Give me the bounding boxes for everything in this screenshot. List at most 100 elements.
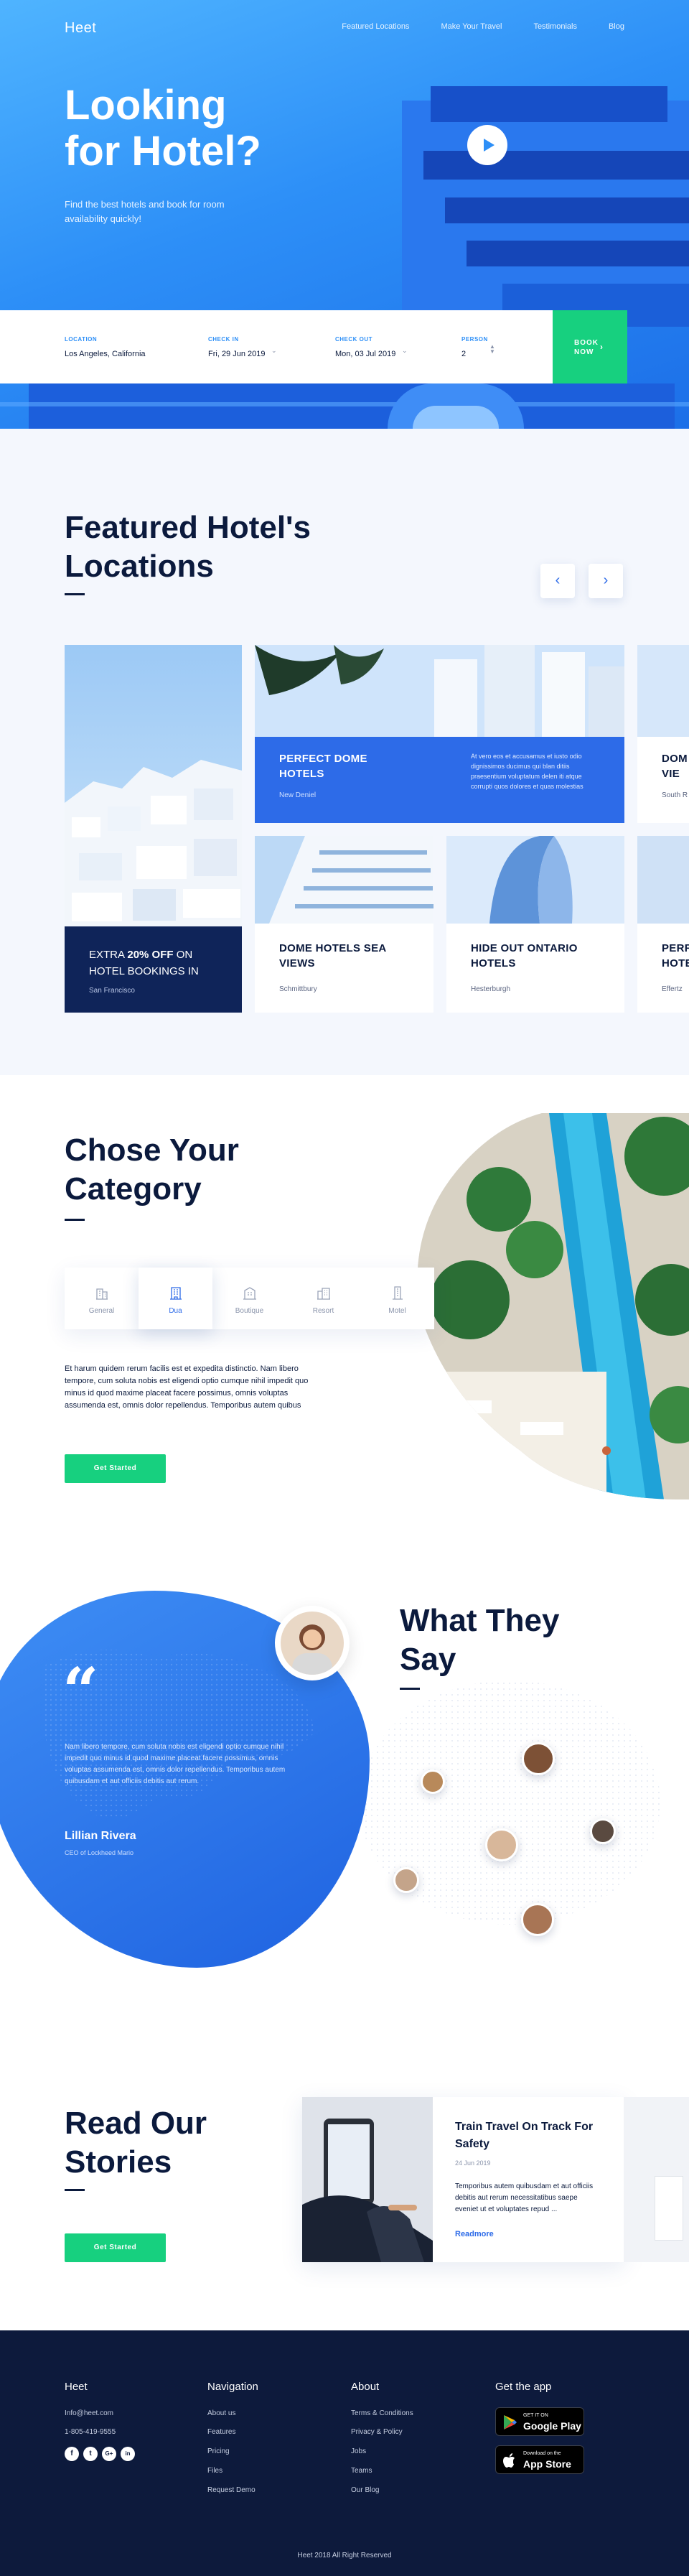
book-label-2: NOW	[574, 348, 594, 356]
get-started-button[interactable]: Get Started	[65, 1454, 166, 1483]
nav-testimonials[interactable]: Testimonials	[533, 22, 577, 31]
hero-title: Looking for Hotel?	[65, 83, 366, 175]
footer-link-privacy[interactable]: Privacy & Policy	[351, 2428, 403, 2436]
user-avatar[interactable]	[393, 1867, 419, 1893]
promo-card[interactable]: EXTRA 20% OFF ON HOTEL BOOKINGS IN San F…	[65, 645, 242, 1013]
peek-location: South R	[662, 791, 688, 799]
person-field[interactable]: PERSON 2	[461, 336, 488, 358]
checkout-field[interactable]: CHECK OUT Mon, 03 Jul 2019	[335, 336, 395, 358]
page: { "brand": "Heet", "nav": ["Featured Loc…	[0, 0, 689, 2576]
footer-email[interactable]: Info@heet.com	[65, 2409, 113, 2417]
hotel-card[interactable]: HIDE OUT ONTARIO HOTELS Hesterburgh	[446, 836, 624, 1013]
location-field[interactable]: LOCATION Los Angeles, California	[65, 336, 146, 358]
hotel-card-title: DOME HOTELS SEA VIEWS	[279, 942, 386, 970]
tab-resort[interactable]: Resort	[286, 1268, 360, 1329]
footer-link-teams[interactable]: Teams	[351, 2467, 372, 2475]
google-plus-icon[interactable]: G+	[102, 2447, 116, 2461]
user-avatar[interactable]	[590, 1818, 616, 1844]
footer-about-title: About	[351, 2381, 380, 2393]
tab-label: Boutique	[235, 1307, 264, 1315]
promo-text: EXTRA 20% OFF ON HOTEL BOOKINGS IN	[89, 947, 225, 980]
nav-featured-locations[interactable]: Featured Locations	[342, 22, 409, 31]
title-underline	[65, 593, 85, 595]
person-stepper-icon[interactable]: ▲ ▼	[489, 344, 495, 355]
prev-arrow-button[interactable]: ‹	[540, 564, 575, 598]
hotel-card-location: Hesterburgh	[471, 985, 511, 993]
copyright: Heet 2018 All Right Reserved	[297, 2552, 392, 2559]
book-label-1: BOOK	[574, 339, 599, 347]
play-video-button[interactable]	[467, 125, 507, 165]
footer-navigation-title: Navigation	[207, 2381, 258, 2393]
user-avatar[interactable]	[421, 1770, 445, 1794]
promo-bold: 20% OFF	[127, 949, 174, 961]
story-title[interactable]: Train Travel On Track For Safety	[455, 2119, 599, 2153]
dotted-world-map	[359, 1680, 660, 1925]
footer-link-about-us[interactable]: About us	[207, 2409, 235, 2417]
testimonial-title-line2: Say	[400, 1642, 456, 1677]
book-now-button[interactable]: BOOK NOW ›	[553, 310, 627, 383]
promo-pre: EXTRA	[89, 949, 128, 961]
title-underline	[65, 2189, 85, 2191]
hero-title-line2: for Hotel?	[65, 128, 261, 175]
footer-brand[interactable]: Heet	[65, 2381, 88, 2393]
read-more-link[interactable]: Readmore	[455, 2230, 494, 2238]
footer-link-terms[interactable]: Terms & Conditions	[351, 2409, 413, 2417]
footer-link-pricing[interactable]: Pricing	[207, 2447, 230, 2455]
story-date: 24 Jun 2019	[455, 2159, 491, 2167]
facebook-icon[interactable]: f	[65, 2447, 79, 2461]
resort-icon	[317, 1288, 330, 1300]
hotel-card-peek[interactable]: PERF HOTE Effertz	[637, 836, 689, 1013]
tab-boutique[interactable]: Boutique	[212, 1268, 286, 1329]
category-title: Chose Your Category	[65, 1131, 239, 1221]
arrow-right-icon: ›	[600, 342, 604, 352]
checkin-chevron-down-icon[interactable]: ⌄	[271, 347, 277, 355]
hotel-card-peek[interactable]: DOM VIE South R	[637, 645, 689, 823]
stories-get-started-button[interactable]: Get Started	[65, 2233, 166, 2262]
app-store-button[interactable]: Download on the App Store	[495, 2445, 584, 2474]
footer-link-request-demo[interactable]: Request Demo	[207, 2486, 256, 2494]
testimonial-name: Lillian Rivera	[65, 1830, 136, 1842]
tab-general[interactable]: General	[65, 1268, 139, 1329]
highlight-description: At vero eos et accusamus et iusto odio d…	[471, 753, 583, 790]
footer-phone[interactable]: 1-805-419-9555	[65, 2428, 116, 2436]
google-play-button[interactable]: GET IT ON Google Play	[495, 2407, 584, 2436]
title-underline	[65, 1219, 85, 1221]
linkedin-icon[interactable]: in	[121, 2447, 135, 2461]
user-avatar[interactable]	[522, 1742, 555, 1775]
checkin-field[interactable]: CHECK IN Fri, 29 Jun 2019	[208, 336, 266, 358]
checkout-chevron-down-icon[interactable]: ⌄	[402, 347, 408, 355]
motel-icon	[392, 1286, 403, 1300]
twitter-icon[interactable]: t	[83, 2447, 98, 2461]
category-title-line1: Chose Your	[65, 1133, 239, 1168]
peek-title-2: HOTE	[662, 957, 689, 970]
tab-dua[interactable]: Dua	[139, 1268, 212, 1329]
boutique-icon	[243, 1287, 256, 1300]
hotel-card[interactable]: DOME HOTELS SEA VIEWS Schmittbury	[255, 836, 433, 1013]
search-bar: LOCATION Los Angeles, California CHECK I…	[0, 310, 580, 383]
user-avatar[interactable]	[485, 1828, 518, 1861]
hero-title-line1: Looking	[65, 82, 227, 129]
footer-link-files[interactable]: Files	[207, 2467, 222, 2475]
footer-link-features[interactable]: Features	[207, 2428, 235, 2436]
nav-make-your-travel[interactable]: Make Your Travel	[441, 22, 502, 31]
stories-title: Read Our Stories	[65, 2104, 207, 2191]
highlight-card[interactable]: PERFECT DOME HOTELS New Deniel At vero e…	[255, 645, 624, 823]
footer-link-blog[interactable]: Our Blog	[351, 2486, 379, 2494]
featured-title-line1: Featured Hotel's	[65, 510, 311, 545]
category-description: Et harum quidem rerum facilis est et exp…	[65, 1364, 309, 1410]
next-story-card[interactable]	[637, 2097, 689, 2262]
user-avatar[interactable]	[521, 1903, 554, 1936]
footer-link-jobs[interactable]: Jobs	[351, 2447, 366, 2455]
next-arrow-button[interactable]: ›	[589, 564, 623, 598]
peek-title: PERF	[662, 942, 689, 954]
peek-image	[637, 645, 689, 737]
tab-motel[interactable]: Motel	[360, 1268, 434, 1329]
hero-subtitle: Find the best hotels and book for room a…	[65, 199, 225, 224]
brand-logo[interactable]: Heet	[65, 20, 96, 37]
nav-blog[interactable]: Blog	[609, 22, 624, 31]
hotel-card-image	[255, 836, 433, 924]
peek-location: Effertz	[662, 985, 683, 993]
category-tabs: General Dua Boutique Resort Motel	[65, 1268, 434, 1329]
top-nav: Featured Locations Make Your Travel Test…	[342, 22, 624, 31]
hotel-card-title: HIDE OUT ONTARIO HOTELS	[471, 942, 578, 970]
